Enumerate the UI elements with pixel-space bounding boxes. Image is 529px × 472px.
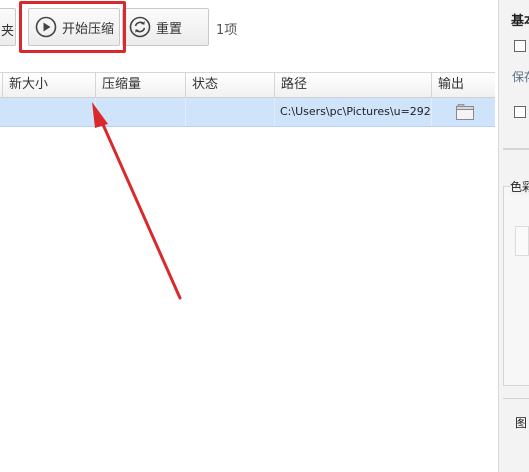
play-icon bbox=[35, 16, 57, 38]
option-checkbox-2[interactable] bbox=[514, 106, 526, 118]
toolbar: 夹 开始压缩 重置 1项 bbox=[0, 0, 498, 56]
item-count: 1项 bbox=[216, 23, 238, 38]
cell-new-size bbox=[2, 98, 95, 126]
panel-title: 基本 bbox=[511, 14, 529, 29]
column-header-status[interactable]: 状态 bbox=[185, 73, 274, 98]
table-row[interactable]: C:\Users\pc\Pictures\u=2920... bbox=[0, 98, 495, 127]
settings-panel: 基本 保存 色彩 图 bbox=[498, 0, 529, 472]
add-folder-button[interactable]: 夹 bbox=[0, 8, 16, 46]
cell-path: C:\Users\pc\Pictures\u=2920... bbox=[280, 105, 431, 118]
column-header-compression[interactable]: 压缩量 bbox=[95, 73, 185, 98]
panel-divider bbox=[503, 148, 529, 150]
panel-divider-bottom bbox=[503, 398, 529, 399]
file-table: 新大小 压缩量 状态 路径 输出 C:\Users\pc\Pictures\u=… bbox=[0, 72, 495, 472]
add-folder-button-label: 夹 bbox=[1, 24, 15, 39]
cell-compression bbox=[95, 98, 185, 126]
option-checkbox-1[interactable] bbox=[514, 40, 526, 52]
column-header-path[interactable]: 路径 bbox=[274, 73, 431, 98]
start-compress-label: 开始压缩 bbox=[62, 21, 115, 37]
reset-button[interactable]: 重置 bbox=[122, 8, 209, 46]
folder-icon[interactable] bbox=[456, 104, 474, 120]
color-group-box bbox=[503, 186, 529, 386]
cell-status bbox=[185, 98, 274, 126]
color-group-label: 色彩 bbox=[510, 178, 529, 195]
color-preview[interactable] bbox=[515, 226, 529, 256]
reset-label: 重置 bbox=[156, 21, 183, 37]
column-header-output[interactable]: 输出 bbox=[431, 73, 495, 98]
table-header: 新大小 压缩量 状态 路径 输出 bbox=[0, 72, 495, 98]
start-compress-button[interactable]: 开始压缩 bbox=[28, 8, 120, 46]
save-label: 保存 bbox=[512, 70, 529, 84]
column-header-new-size[interactable]: 新大小 bbox=[2, 73, 95, 98]
refresh-icon bbox=[129, 16, 151, 38]
image-section-label: 图 bbox=[515, 416, 528, 430]
